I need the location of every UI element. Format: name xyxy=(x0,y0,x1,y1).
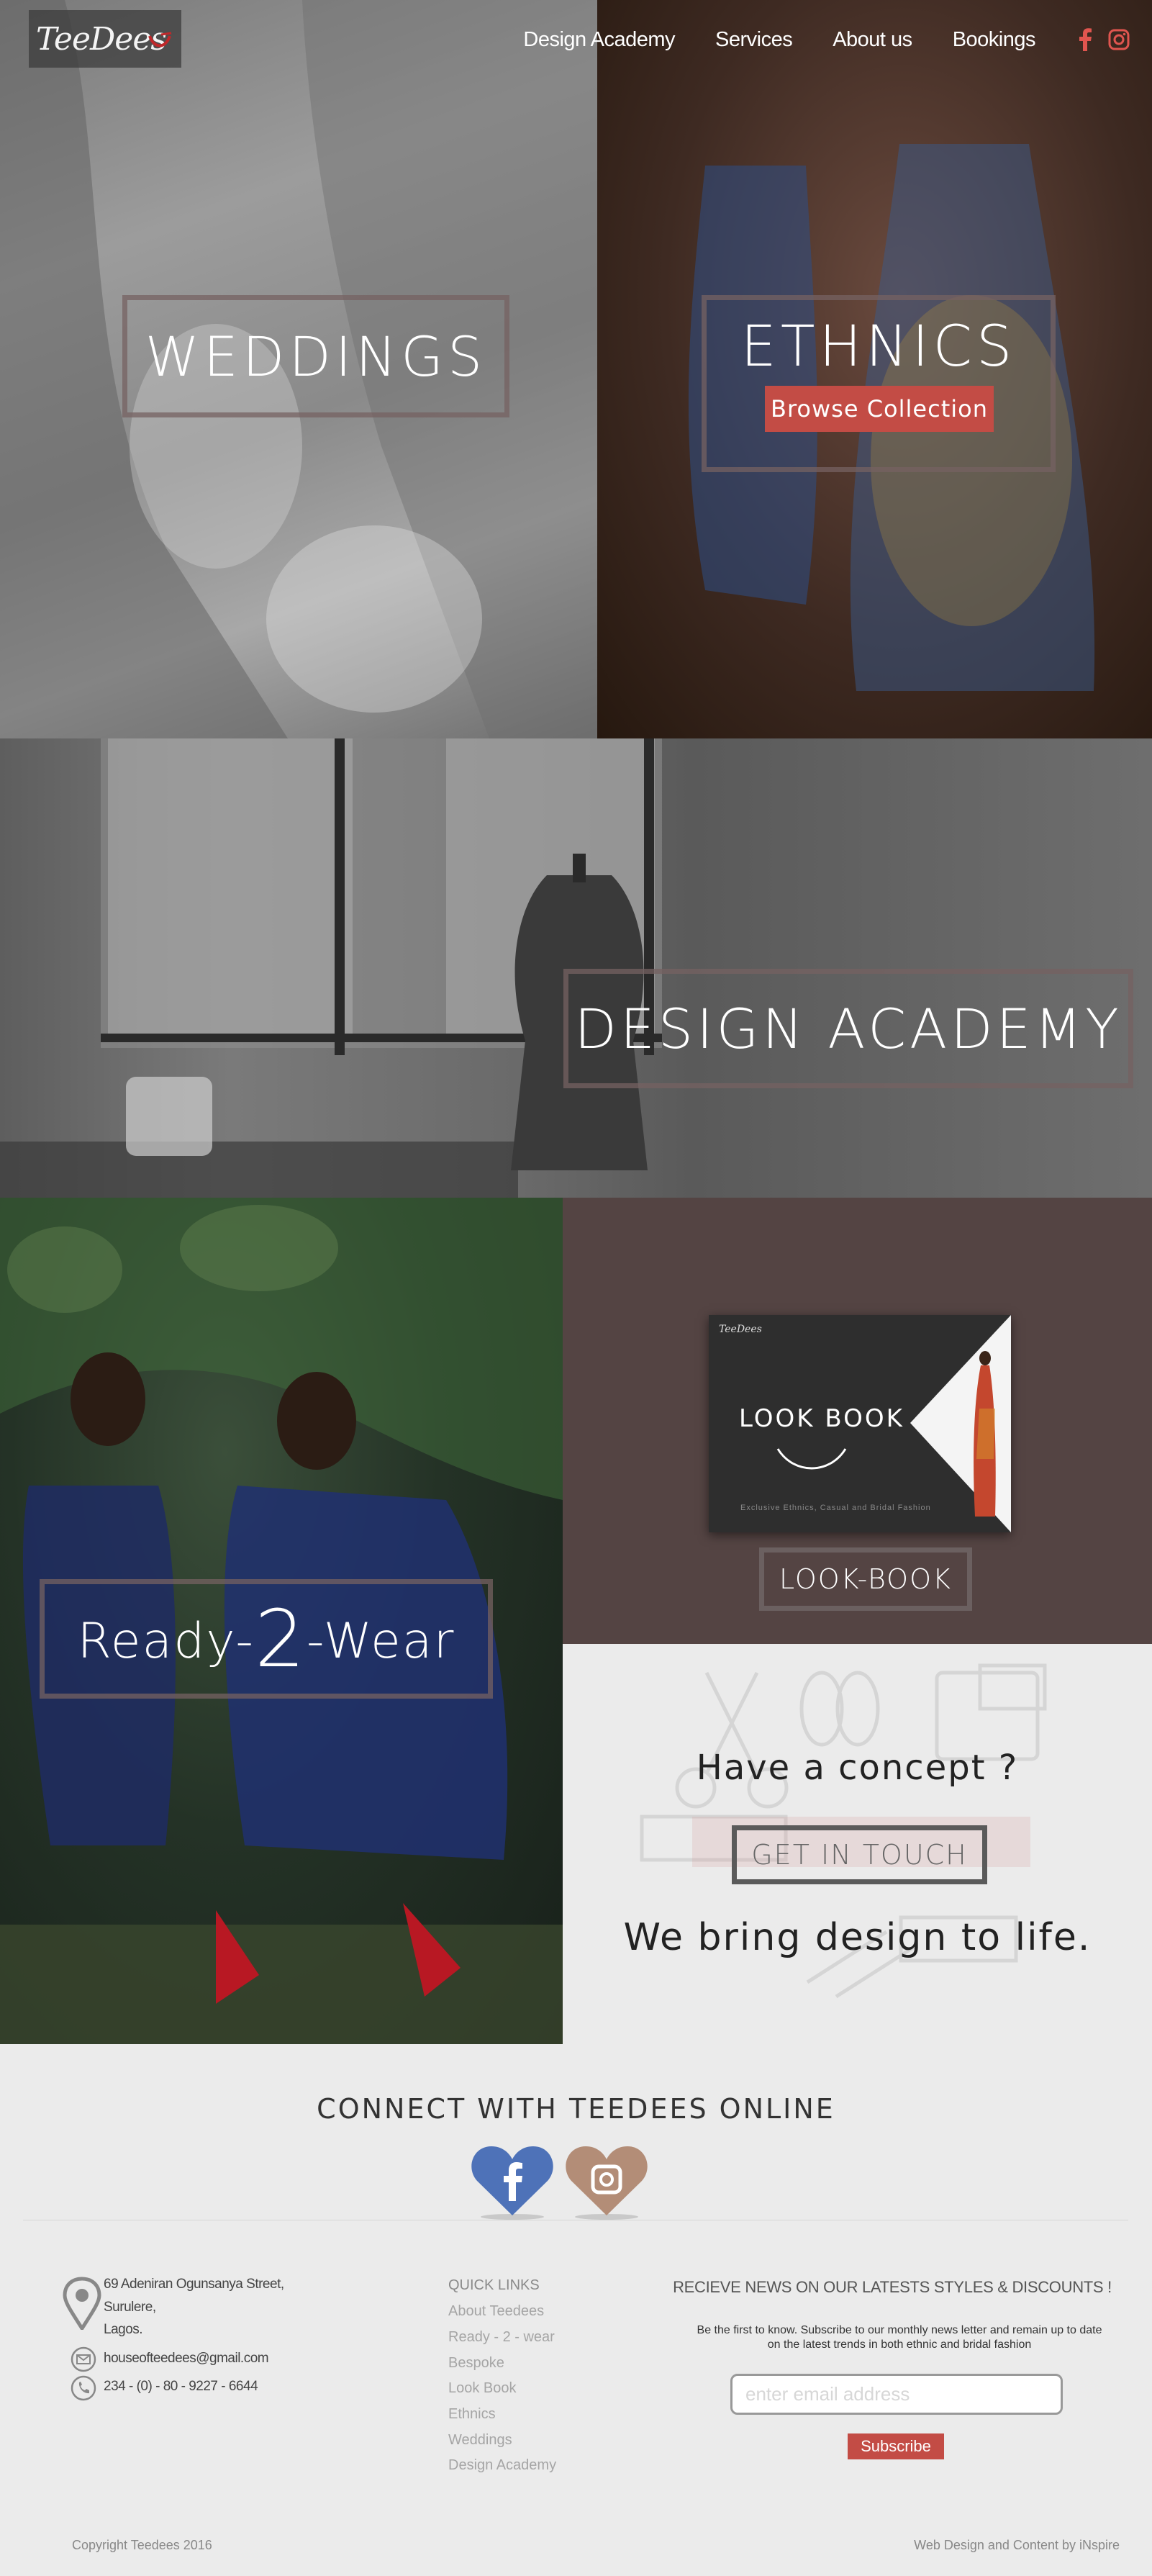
concept-question: Have a concept ? xyxy=(696,1748,1019,1788)
facebook-icon[interactable] xyxy=(1074,28,1097,51)
ready-2-wear-title-box: Ready-2-Wear xyxy=(40,1579,493,1699)
email-icon xyxy=(71,2346,96,2372)
get-in-touch-button[interactable]: GET IN TOUCH xyxy=(732,1825,987,1884)
newsletter-body-line-2: on the latest trends in both ethnic and … xyxy=(767,2338,1032,2351)
lookbook-cover-logo: TeeDees xyxy=(719,1324,762,1335)
copyright-text: Copyright Teedees 2016 xyxy=(72,2538,212,2552)
academy-title-box: DESIGN ACADEMY xyxy=(563,969,1133,1088)
smile-curve-icon xyxy=(776,1448,847,1470)
nav-bookings[interactable]: Bookings xyxy=(953,28,1036,52)
instagram-heart-icon[interactable] xyxy=(564,2143,649,2221)
logo-mark-icon xyxy=(148,32,172,48)
quick-link-bespoke[interactable]: Bespoke xyxy=(448,2355,504,2372)
lookbook-button[interactable]: LOOK-BOOK xyxy=(759,1547,972,1611)
subscribe-button[interactable]: Subscribe xyxy=(848,2433,944,2459)
quick-link-ethnics[interactable]: Ethnics xyxy=(448,2406,496,2423)
quick-link-weddings[interactable]: Weddings xyxy=(448,2432,512,2449)
main-nav: Design Academy Services About us Booking… xyxy=(523,22,1152,58)
ready-2-wear-panel[interactable]: Ready-2-Wear xyxy=(0,1198,563,2044)
address-line-1: 69 Adeniran Ogunsanya Street, xyxy=(104,2277,284,2292)
weddings-title-box: WEDDINGS xyxy=(122,295,509,417)
site-logo[interactable]: TeeDees xyxy=(29,10,181,68)
academy-photo xyxy=(0,738,662,1198)
newsletter-email-input[interactable] xyxy=(730,2374,1063,2415)
quick-link-design-academy[interactable]: Design Academy xyxy=(448,2457,556,2474)
newsletter-title: RECIEVE NEWS ON OUR LATESTS STYLES & DIS… xyxy=(673,2278,1112,2296)
nav-about-us[interactable]: About us xyxy=(833,28,912,52)
ethnics-title: ETHNICS xyxy=(740,315,1017,379)
facebook-heart-icon[interactable] xyxy=(470,2143,555,2221)
ready-2-wear-post: -Wear xyxy=(306,1613,455,1670)
newsletter-body-line-1: Be the first to know. Subscribe to our m… xyxy=(697,2324,1102,2336)
weddings-panel[interactable]: WEDDINGS xyxy=(0,0,597,738)
ready-2-wear-num: 2 xyxy=(254,1593,307,1685)
contact-phone: 234 - (0) - 80 - 9227 - 6644 xyxy=(104,2379,258,2394)
lookbook-button-label: LOOK-BOOK xyxy=(779,1563,952,1595)
nav-social-icons xyxy=(1064,28,1130,51)
quick-link-look-book[interactable]: Look Book xyxy=(448,2380,517,2397)
ethnics-title-box: ETHNICS xyxy=(702,295,1056,472)
location-pin-icon xyxy=(63,2277,101,2330)
lookbook-cover[interactable]: TeeDees LOOK BOOK Exclusive Ethnics, Cas… xyxy=(709,1315,1011,1532)
lookbook-model-thumbnail xyxy=(910,1315,1011,1532)
design-credit-text[interactable]: Web Design and Content by iNspire xyxy=(914,2538,1120,2553)
academy-title: DESIGN ACADEMY xyxy=(574,996,1122,1061)
lookbook-cover-subtitle: Exclusive Ethnics, Casual and Bridal Fas… xyxy=(740,1504,931,1512)
concept-tagline: We bring design to life. xyxy=(623,1916,1092,1959)
address-line-3: Lagos. xyxy=(104,2322,143,2337)
instagram-icon[interactable] xyxy=(1107,28,1130,51)
address-line-2: Surulere, xyxy=(104,2300,156,2315)
newsletter-body: Be the first to know. Subscribe to our m… xyxy=(691,2323,1108,2352)
phone-icon xyxy=(71,2375,96,2401)
nav-design-academy[interactable]: Design Academy xyxy=(523,28,675,52)
connect-heading: CONNECT WITH TEEDEES ONLINE xyxy=(317,2093,835,2125)
design-academy-panel[interactable]: DESIGN ACADEMY xyxy=(0,738,1152,1198)
lookbook-cover-title: LOOK BOOK xyxy=(739,1404,904,1433)
browse-collection-button[interactable]: Browse Collection xyxy=(765,386,994,432)
ethnics-panel[interactable]: ETHNICS xyxy=(597,0,1152,738)
weddings-title: WEDDINGS xyxy=(145,324,487,389)
quick-link-ready-2-wear[interactable]: Ready - 2 - wear xyxy=(448,2329,555,2346)
ready-2-wear-title: Ready-2-Wear xyxy=(78,1593,455,1685)
ready-2-wear-pre: Ready- xyxy=(77,1613,255,1670)
nav-services[interactable]: Services xyxy=(715,28,793,52)
quick-links-title: QUICK LINKS xyxy=(448,2277,540,2293)
quick-link-about[interactable]: About Teedees xyxy=(448,2303,544,2320)
contact-email[interactable]: houseofteedees@gmail.com xyxy=(104,2351,269,2367)
